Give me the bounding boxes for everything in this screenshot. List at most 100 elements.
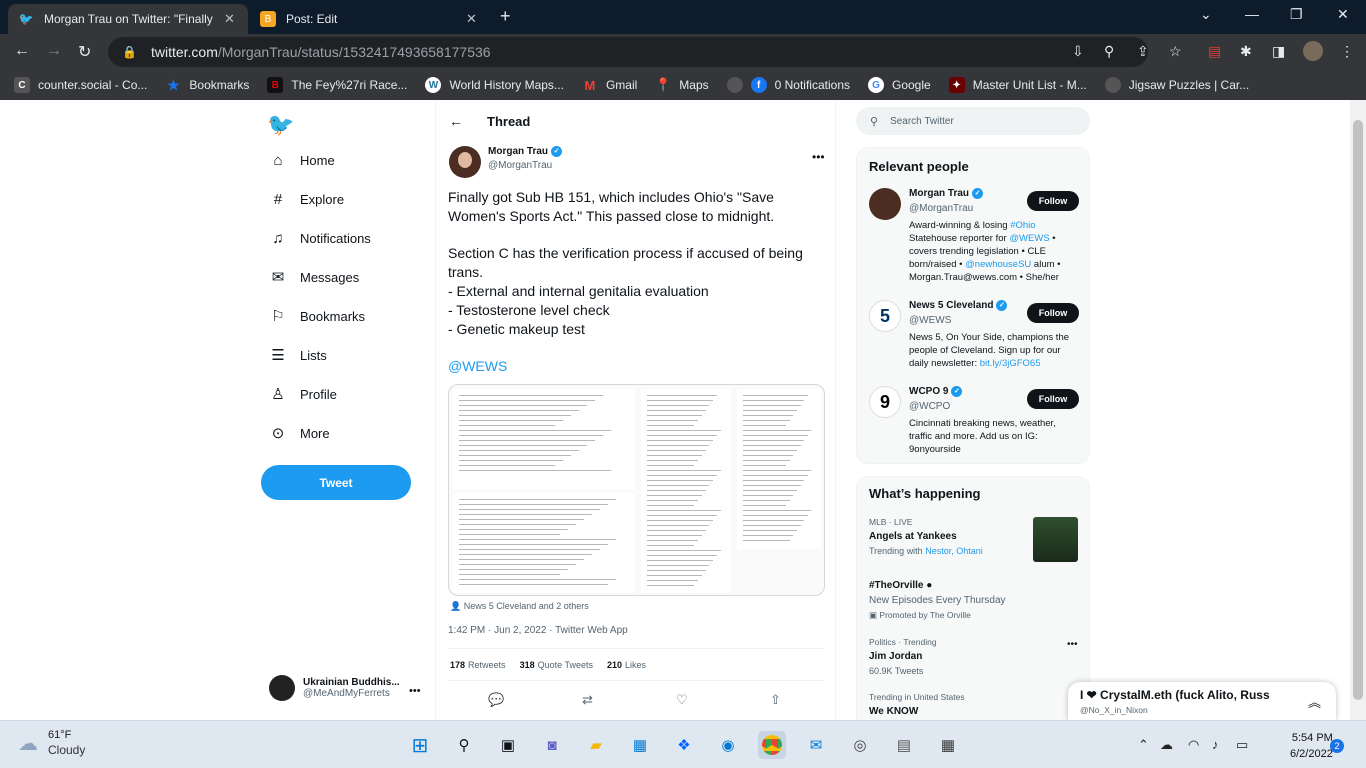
extensions-icon[interactable]: ✱ <box>1240 43 1252 60</box>
tweet-timestamp[interactable]: 1:42 PM · Jun 2, 2022 · Twitter Web App <box>448 625 628 636</box>
trend-item[interactable]: MLB · LIVE Angels at Yankees Trending wi… <box>869 517 1081 562</box>
maximize-icon[interactable]: ❐ <box>1290 6 1303 23</box>
task-view-icon[interactable]: ▣ <box>494 731 522 759</box>
back-icon[interactable]: ← <box>14 42 30 60</box>
bookmark-google[interactable]: G Google <box>868 77 931 93</box>
calculator-icon[interactable]: ▦ <box>934 731 962 759</box>
nav-messages[interactable]: ✉ Messages <box>268 268 360 286</box>
nav-explore[interactable]: # Explore <box>268 191 344 208</box>
bookmark-star-icon[interactable]: ☆ <box>1169 43 1182 60</box>
camera-icon[interactable]: ◎ <box>846 731 874 759</box>
person-morgan-trau[interactable]: Morgan Trau ✓ @MorganTrau Follow Award-wi… <box>869 188 1081 288</box>
messages-drawer[interactable]: I ❤ CrystalM.eth (fuck Alito, Russ @No_X… <box>1068 682 1336 720</box>
author-name[interactable]: Morgan Trau <box>488 146 548 157</box>
avatar[interactable] <box>449 146 481 178</box>
chrome-icon[interactable] <box>758 731 786 759</box>
store-icon[interactable]: ▦ <box>626 731 654 759</box>
document-text-line <box>647 430 722 431</box>
page-scrollbar[interactable] <box>1350 100 1366 720</box>
back-arrow-icon[interactable]: ← <box>449 113 463 129</box>
follow-button[interactable]: Follow <box>1027 389 1079 409</box>
new-tab-icon[interactable]: + <box>500 6 511 27</box>
install-icon[interactable]: ⇩ <box>1072 43 1084 60</box>
side-panel-icon[interactable]: ◨ <box>1272 43 1285 60</box>
close-icon[interactable]: ✕ <box>224 11 235 27</box>
weather-widget[interactable]: ☁ 61°F Cloudy <box>18 729 85 757</box>
document-text-line <box>743 425 787 426</box>
dropbox-icon[interactable]: ❖ <box>670 731 698 759</box>
file-explorer-icon[interactable]: ▰ <box>582 731 610 759</box>
minimize-icon[interactable]: — <box>1245 6 1259 22</box>
profile-avatar[interactable] <box>1303 41 1323 61</box>
nav-more[interactable]: ⊙ More <box>268 424 330 442</box>
reload-icon[interactable]: ↻ <box>78 42 91 62</box>
person-news5-cleveland[interactable]: 5 News 5 Cleveland ✓ @WEWS Follow News 5,… <box>869 300 1081 370</box>
trend-item[interactable]: #TheOrville ● New Episodes Every Thursda… <box>869 580 1081 621</box>
person-wcpo[interactable]: 9 WCPO 9 ✓ @WCPO Follow Cincinnati breaki… <box>869 386 1081 456</box>
share-icon[interactable]: ⇧ <box>770 692 781 708</box>
bookmark-bookmarks[interactable]: ★ Bookmarks <box>165 77 249 93</box>
more-options-icon[interactable]: ••• <box>812 150 825 164</box>
onedrive-icon[interactable]: ☁ <box>1160 737 1173 753</box>
wifi-icon[interactable]: ◠ <box>1188 737 1199 753</box>
trend-item[interactable]: Politics · Trending Jim Jordan 60.9K Twe… <box>869 637 1081 676</box>
search-icon[interactable]: ⚲ <box>450 731 478 759</box>
app-icon[interactable]: ◉ <box>714 731 742 759</box>
account-switcher[interactable]: Ukrainian Buddhis... @MeAndMyFerrets ••• <box>269 675 421 701</box>
quotes-stat[interactable]: 318 Quote Tweets <box>520 660 593 670</box>
bookmark-counter-social[interactable]: Ccounter.social - Co... <box>14 77 147 93</box>
author-handle[interactable]: @MorganTrau <box>488 160 562 171</box>
tab-search-icon[interactable]: ⌄ <box>1200 6 1212 23</box>
forward-icon[interactable]: → <box>46 42 62 60</box>
bookmark-master-unit-list[interactable]: ✦ Master Unit List - M... <box>948 77 1087 93</box>
photos-icon[interactable]: ▤ <box>890 731 918 759</box>
share-icon[interactable]: ⇪ <box>1137 43 1149 60</box>
tweet-image[interactable] <box>448 384 825 596</box>
reply-icon[interactable]: 💬 <box>488 692 504 708</box>
tab-twitter[interactable]: 🐦 Morgan Trau on Twitter: "Finally g ✕ <box>8 4 248 34</box>
mention-link[interactable]: @WEWS <box>448 358 507 374</box>
system-clock[interactable]: 5:54 PM 6/2/2022 <box>1290 730 1333 762</box>
mail-icon[interactable]: ✉ <box>802 731 830 759</box>
follow-button[interactable]: Follow <box>1027 303 1079 323</box>
like-icon[interactable]: ♡ <box>676 692 688 708</box>
pdf-extension-icon[interactable]: ▤ <box>1208 43 1221 60</box>
twitter-logo-icon[interactable]: 🐦 <box>267 112 294 138</box>
notification-badge[interactable]: 2 <box>1330 739 1344 753</box>
zoom-icon[interactable]: ⚲ <box>1104 43 1114 60</box>
bookmark-world-history-maps[interactable]: W World History Maps... <box>425 77 564 93</box>
chevron-up-icon[interactable]: ︽ <box>1308 692 1321 711</box>
tab-post-edit[interactable]: B Post: Edit ✕ <box>250 4 490 34</box>
search-input[interactable]: ⚲ Search Twitter <box>856 107 1090 135</box>
trend-item[interactable]: Trending in United States We KNOW <box>869 692 1081 717</box>
tagged-people[interactable]: 👤 News 5 Cleveland and 2 others <box>450 601 589 612</box>
nav-notifications[interactable]: ♫ Notifications <box>268 230 370 247</box>
close-icon[interactable]: ✕ <box>466 11 477 27</box>
battery-icon[interactable]: ▭ <box>1236 737 1248 753</box>
bookmark-jigsaw-puzzles[interactable]: Jigsaw Puzzles | Car... <box>1104 77 1249 93</box>
retweets-stat[interactable]: 178 Retweets <box>450 660 506 670</box>
bookmark-maps[interactable]: 📍 Maps <box>655 77 708 93</box>
nav-profile[interactable]: ♙ Profile <box>268 385 337 403</box>
follow-button[interactable]: Follow <box>1027 191 1079 211</box>
scrollbar-thumb[interactable] <box>1353 120 1363 700</box>
tweet-author[interactable]: Morgan Trau ✓ @MorganTrau <box>449 146 563 178</box>
more-dots-icon[interactable]: ••• <box>1067 639 1078 650</box>
close-window-icon[interactable]: ✕ <box>1337 6 1349 23</box>
volume-icon[interactable]: ♪ <box>1212 737 1219 752</box>
bookmark-feyri[interactable]: B The Fey%27ri Race... <box>267 77 407 93</box>
menu-icon[interactable]: ⋮ <box>1340 43 1354 60</box>
retweet-icon[interactable]: ⇄ <box>582 692 593 708</box>
nav-bookmarks[interactable]: ⚐ Bookmarks <box>268 307 365 325</box>
chat-icon[interactable]: ◙ <box>538 731 566 759</box>
nav-lists[interactable]: ☰ Lists <box>268 346 326 364</box>
nav-home[interactable]: ⌂ Home <box>268 152 334 169</box>
chevron-up-icon[interactable]: ⌃ <box>1138 737 1149 753</box>
likes-stat[interactable]: 210 Likes <box>607 660 646 670</box>
bookmark-gmail[interactable]: M Gmail <box>582 77 638 93</box>
bookmark-notifications[interactable]: f0 Notifications <box>726 77 850 93</box>
tweet-button[interactable]: Tweet <box>261 465 411 500</box>
address-bar[interactable]: 🔒 twitter.com/MorganTrau/status/15324174… <box>108 37 1148 67</box>
start-icon[interactable]: ⊞ <box>406 731 434 759</box>
document-text-line <box>743 540 790 541</box>
